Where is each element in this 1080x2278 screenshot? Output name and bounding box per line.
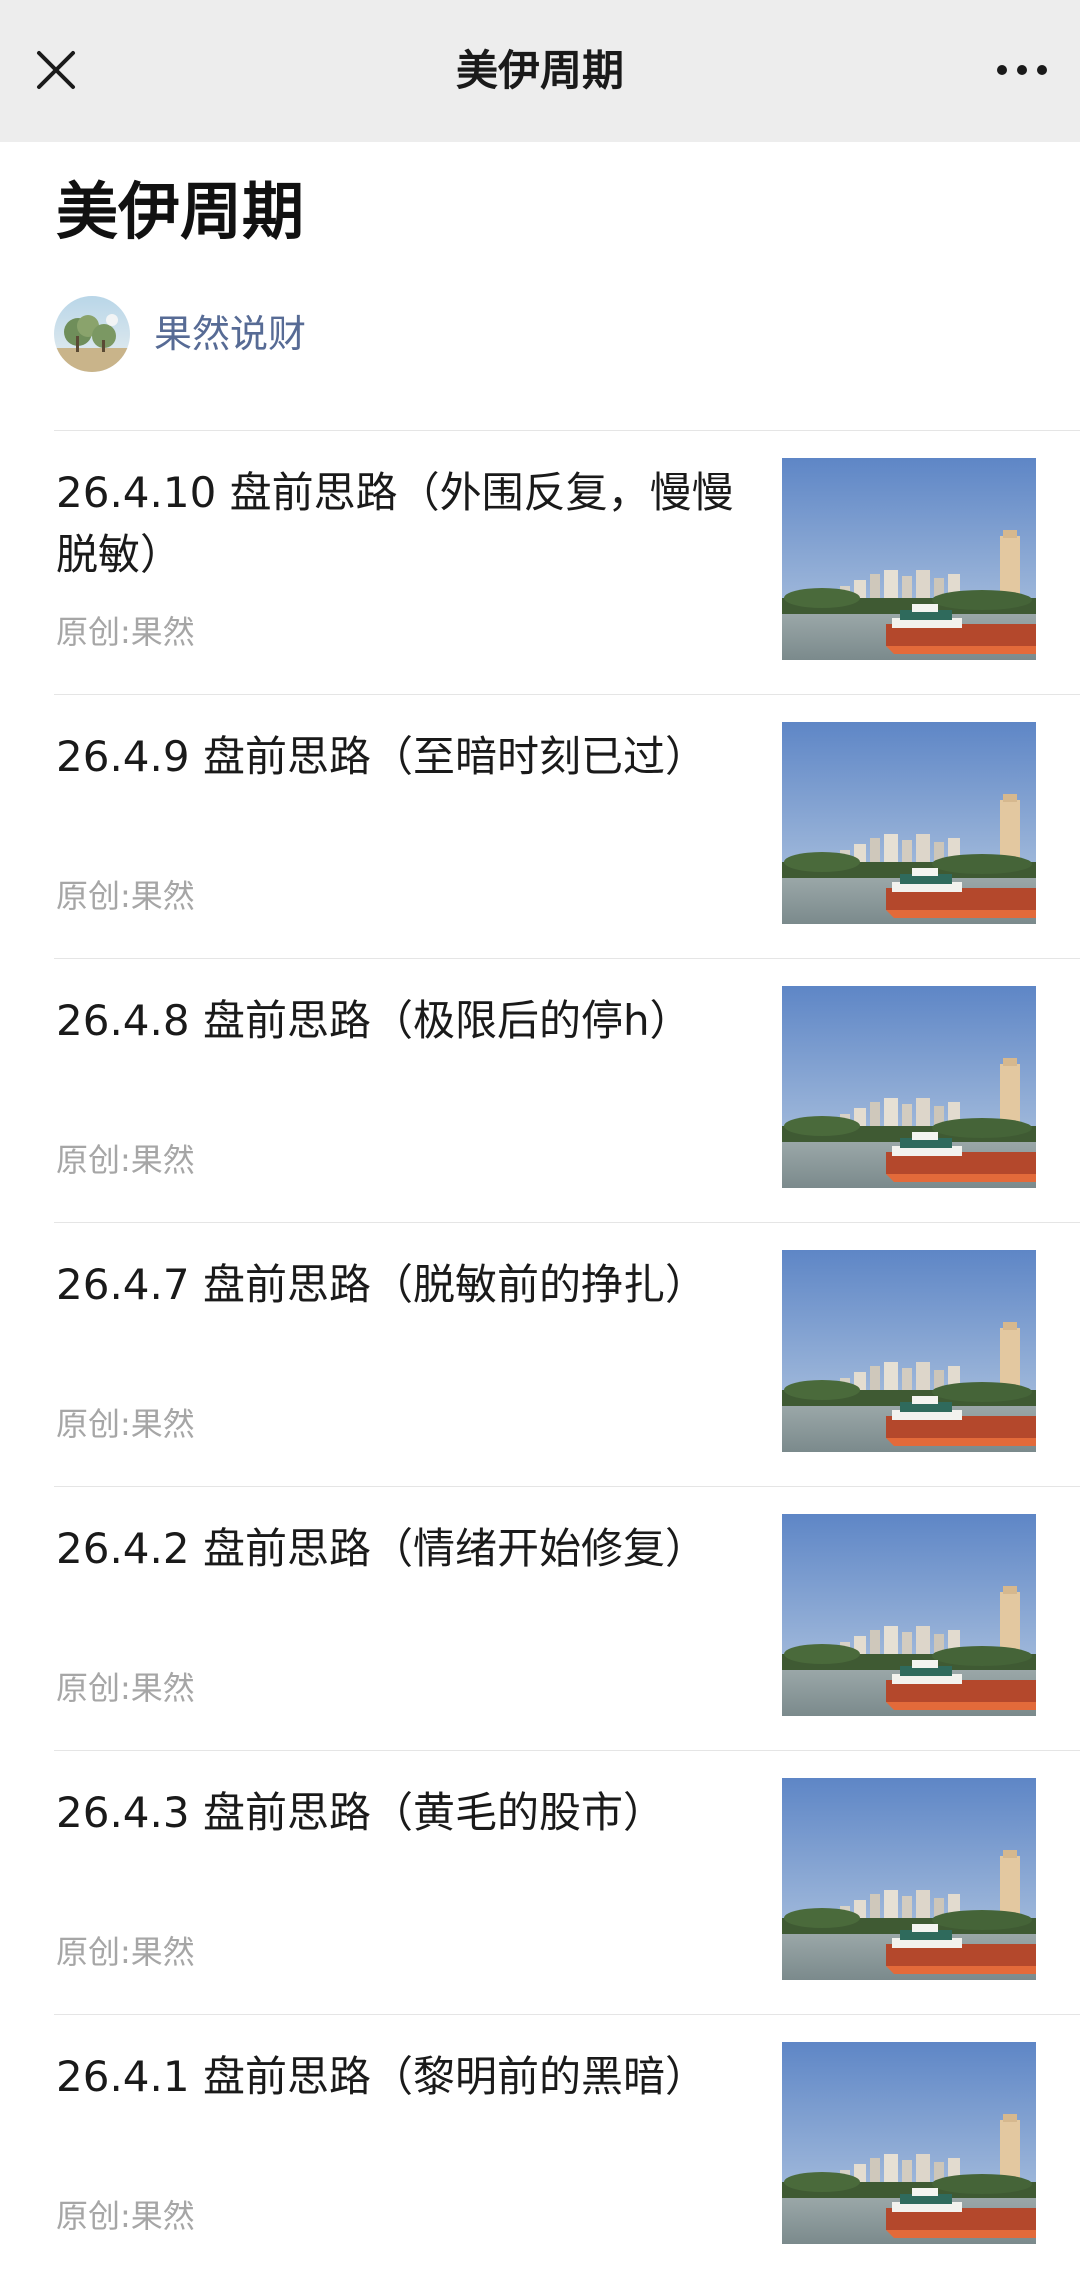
article-list-item[interactable]: 26.4.3 盘前思路（黄毛的股市） 原创:果然: [0, 1750, 1080, 2014]
article-title[interactable]: 26.4.2 盘前思路（情绪开始修复）: [56, 1518, 736, 1580]
article-meta: 原创:果然: [56, 1933, 195, 1971]
article-title[interactable]: 26.4.8 盘前思路（极限后的停h）: [56, 990, 736, 1052]
river-city-boat-image: [782, 2042, 1036, 2244]
article-list-item[interactable]: 26.4.2 盘前思路（情绪开始修复） 原创:果然: [0, 1486, 1080, 1750]
article-list: 26.4.10 盘前思路（外围反复，慢慢脱敏） 原创:果然 26.4.9 盘前思…: [0, 430, 1080, 2278]
divider: [54, 694, 1080, 695]
nav-title: 美伊周期: [455, 46, 624, 95]
top-nav-bar: 美伊周期: [0, 0, 1080, 142]
article-title[interactable]: 26.4.7 盘前思路（脱敏前的挣扎）: [56, 1254, 736, 1316]
avatar[interactable]: [54, 296, 130, 372]
article-meta: 原创:果然: [56, 613, 195, 651]
river-city-boat-image: [782, 1250, 1036, 1452]
article-meta: 原创:果然: [56, 1141, 195, 1179]
river-city-boat-image: [782, 722, 1036, 924]
divider: [54, 958, 1080, 959]
article-thumbnail[interactable]: [782, 1514, 1036, 1716]
river-city-boat-image: [782, 1514, 1036, 1716]
article-title[interactable]: 26.4.1 盘前思路（黎明前的黑暗）: [56, 2046, 736, 2108]
river-city-boat-image: [782, 458, 1036, 660]
divider: [54, 1486, 1080, 1487]
article-meta: 原创:果然: [56, 877, 195, 915]
avatar-image: [54, 296, 130, 372]
article-thumbnail[interactable]: [782, 986, 1036, 1188]
article-meta: 原创:果然: [56, 2197, 195, 2235]
article-meta: 原创:果然: [56, 1669, 195, 1707]
article-thumbnail[interactable]: [782, 458, 1036, 660]
article-thumbnail[interactable]: [782, 1778, 1036, 1980]
article-thumbnail[interactable]: [782, 722, 1036, 924]
divider: [54, 430, 1080, 431]
article-title[interactable]: 26.4.3 盘前思路（黄毛的股市）: [56, 1782, 736, 1844]
article-meta: 原创:果然: [56, 1405, 195, 1443]
divider: [54, 1750, 1080, 1751]
article-list-item[interactable]: 26.4.9 盘前思路（至暗时刻已过） 原创:果然: [0, 694, 1080, 958]
article-list-item[interactable]: 26.4.10 盘前思路（外围反复，慢慢脱敏） 原创:果然: [0, 430, 1080, 694]
river-city-boat-image: [782, 986, 1036, 1188]
article-list-item[interactable]: 26.4.1 盘前思路（黎明前的黑暗） 原创:果然: [0, 2014, 1080, 2278]
author-link[interactable]: 果然说财: [54, 296, 306, 372]
divider: [54, 1222, 1080, 1223]
more-options-button[interactable]: [986, 36, 1058, 104]
article-list-item[interactable]: 26.4.8 盘前思路（极限后的停h） 原创:果然: [0, 958, 1080, 1222]
divider: [54, 2014, 1080, 2015]
article-title[interactable]: 26.4.10 盘前思路（外围反复，慢慢脱敏）: [56, 462, 736, 586]
article-thumbnail[interactable]: [782, 2042, 1036, 2244]
river-city-boat-image: [782, 1778, 1036, 1980]
page-title: 美伊周期: [56, 175, 305, 248]
article-list-item[interactable]: 26.4.7 盘前思路（脱敏前的挣扎） 原创:果然: [0, 1222, 1080, 1486]
article-thumbnail[interactable]: [782, 1250, 1036, 1452]
article-title[interactable]: 26.4.9 盘前思路（至暗时刻已过）: [56, 726, 736, 788]
author-name[interactable]: 果然说财: [154, 310, 306, 358]
more-dots-icon: [997, 65, 1047, 75]
